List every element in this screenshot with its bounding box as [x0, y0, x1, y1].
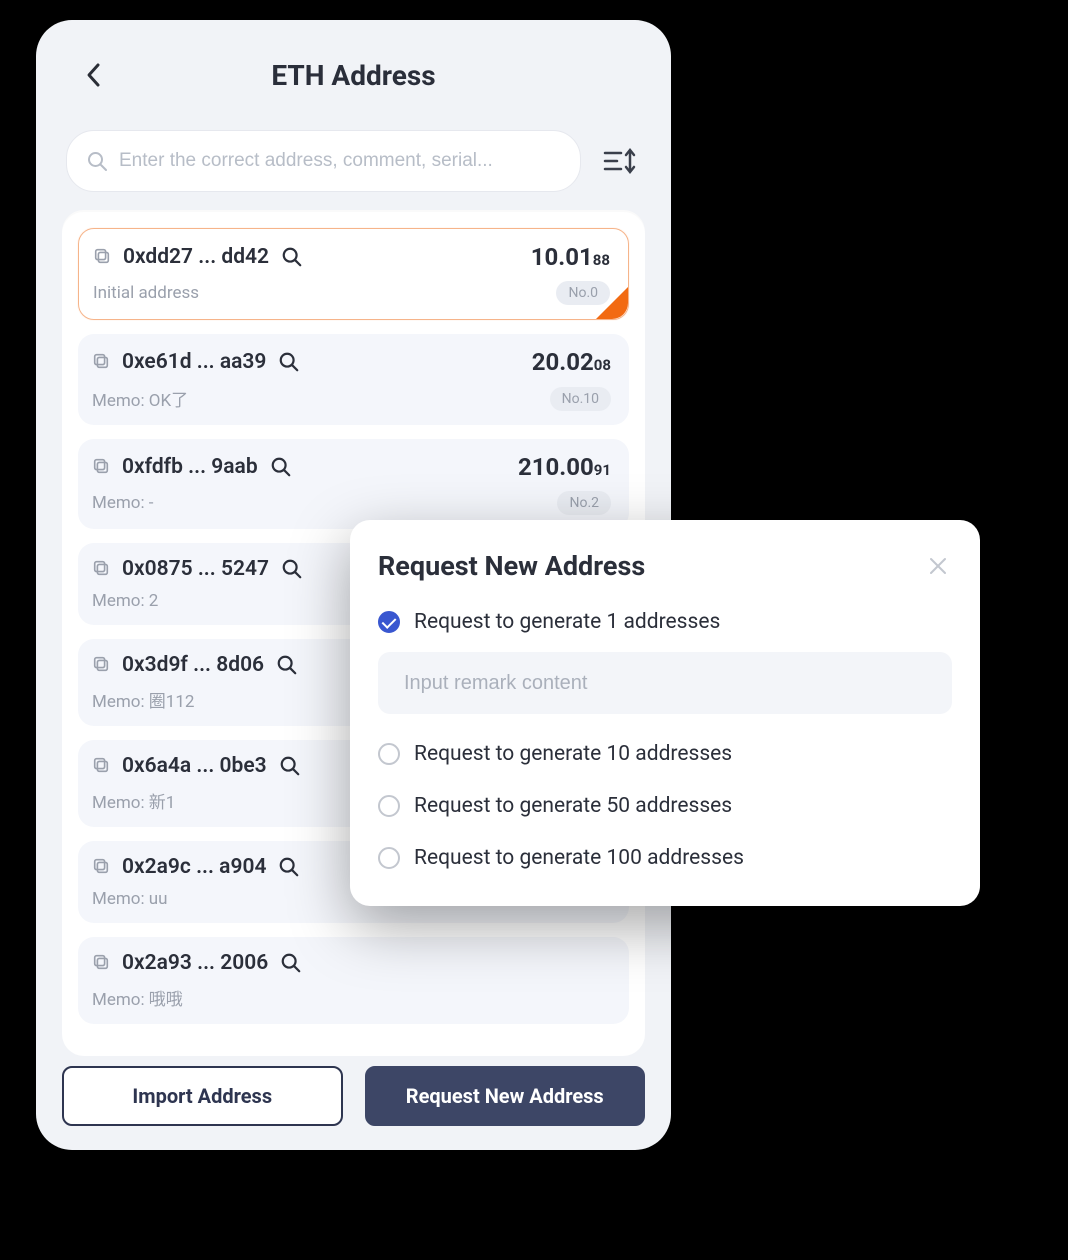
generate-option-label: Request to generate 10 addresses — [414, 742, 732, 766]
search-input[interactable] — [119, 150, 562, 172]
header: ETH Address — [36, 20, 671, 130]
serial-badge: No.10 — [550, 387, 611, 411]
request-new-address-modal: Request New Address Request to generate … — [350, 520, 980, 906]
address-text: 0x0875 ... 5247 — [122, 557, 269, 581]
sort-icon — [603, 146, 637, 176]
copy-icon[interactable] — [92, 953, 112, 973]
address-card[interactable]: 0xe61d ... aa39 20.0208 Memo: OK了 No.10 — [78, 334, 629, 425]
generate-option[interactable]: Request to generate 100 addresses — [378, 846, 952, 870]
memo-text: Memo: 新1 — [92, 788, 175, 813]
copy-icon[interactable] — [92, 857, 112, 877]
address-card[interactable]: 0x2a93 ... 2006 Memo: 哦哦 — [78, 937, 629, 1024]
memo-text: Memo: 哦哦 — [92, 985, 183, 1010]
page-title: ETH Address — [271, 59, 435, 92]
balance: 10.0188 — [531, 243, 610, 271]
close-icon — [929, 557, 947, 575]
serial-badge: No.0 — [556, 281, 610, 305]
address-text: 0xdd27 ... dd42 — [123, 245, 269, 269]
radio-unchecked-icon — [378, 795, 400, 817]
view-icon[interactable] — [270, 456, 292, 478]
generate-option[interactable]: Request to generate 50 addresses — [378, 794, 952, 818]
chevron-left-icon — [84, 61, 104, 89]
copy-icon[interactable] — [92, 655, 112, 675]
view-icon[interactable] — [278, 351, 300, 373]
modal-close-button[interactable] — [924, 552, 952, 580]
copy-icon[interactable] — [92, 756, 112, 776]
address-text: 0x3d9f ... 8d06 — [122, 653, 264, 677]
view-icon[interactable] — [278, 856, 300, 878]
address-card[interactable]: 0xfdfb ... 9aab 210.0091 Memo: - No.2 — [78, 439, 629, 529]
address-text: 0xe61d ... aa39 — [122, 350, 266, 374]
copy-icon[interactable] — [93, 247, 113, 267]
modal-title: Request New Address — [378, 550, 645, 582]
remark-field[interactable] — [378, 652, 952, 714]
address-card[interactable]: 0xdd27 ... dd42 10.0188 Initial address No.… — [78, 228, 629, 320]
back-button[interactable] — [76, 57, 112, 93]
search-box[interactable] — [66, 130, 581, 192]
memo-text: Memo: 2 — [92, 591, 158, 611]
copy-icon[interactable] — [92, 559, 112, 579]
generate-option-label: Request to generate 100 addresses — [414, 846, 744, 870]
balance: 20.0208 — [532, 348, 611, 376]
view-icon[interactable] — [276, 654, 298, 676]
search-icon — [85, 149, 109, 173]
address-text: 0x6a4a ... 0be3 — [122, 754, 267, 778]
radio-checked-icon — [378, 611, 400, 633]
view-icon[interactable] — [280, 952, 302, 974]
memo-text: Memo: OK了 — [92, 386, 188, 411]
address-text: 0x2a9c ... a904 — [122, 855, 266, 879]
radio-unchecked-icon — [378, 847, 400, 869]
generate-option-label: Request to generate 50 addresses — [414, 794, 732, 818]
import-address-button[interactable]: Import Address — [62, 1066, 343, 1126]
serial-badge: No.2 — [557, 491, 611, 515]
request-new-address-button[interactable]: Request New Address — [365, 1066, 646, 1126]
generate-option-label: Request to generate 1 addresses — [414, 610, 720, 634]
address-text: 0x2a93 ... 2006 — [122, 951, 268, 975]
balance: 210.0091 — [518, 453, 611, 481]
sort-button[interactable] — [599, 140, 641, 182]
view-icon[interactable] — [281, 558, 303, 580]
memo-text: Memo: - — [92, 493, 154, 513]
remark-input[interactable] — [404, 672, 926, 695]
copy-icon[interactable] — [92, 352, 112, 372]
memo-text: Memo: 圈112 — [92, 687, 194, 712]
generate-option[interactable]: Request to generate 10 addresses — [378, 742, 952, 766]
radio-unchecked-icon — [378, 743, 400, 765]
memo-text: Memo: uu — [92, 889, 168, 909]
copy-icon[interactable] — [92, 457, 112, 477]
generate-option[interactable]: Request to generate 1 addresses — [378, 610, 952, 634]
view-icon[interactable] — [279, 755, 301, 777]
view-icon[interactable] — [281, 246, 303, 268]
address-text: 0xfdfb ... 9aab — [122, 455, 258, 479]
memo-text: Initial address — [93, 283, 199, 303]
